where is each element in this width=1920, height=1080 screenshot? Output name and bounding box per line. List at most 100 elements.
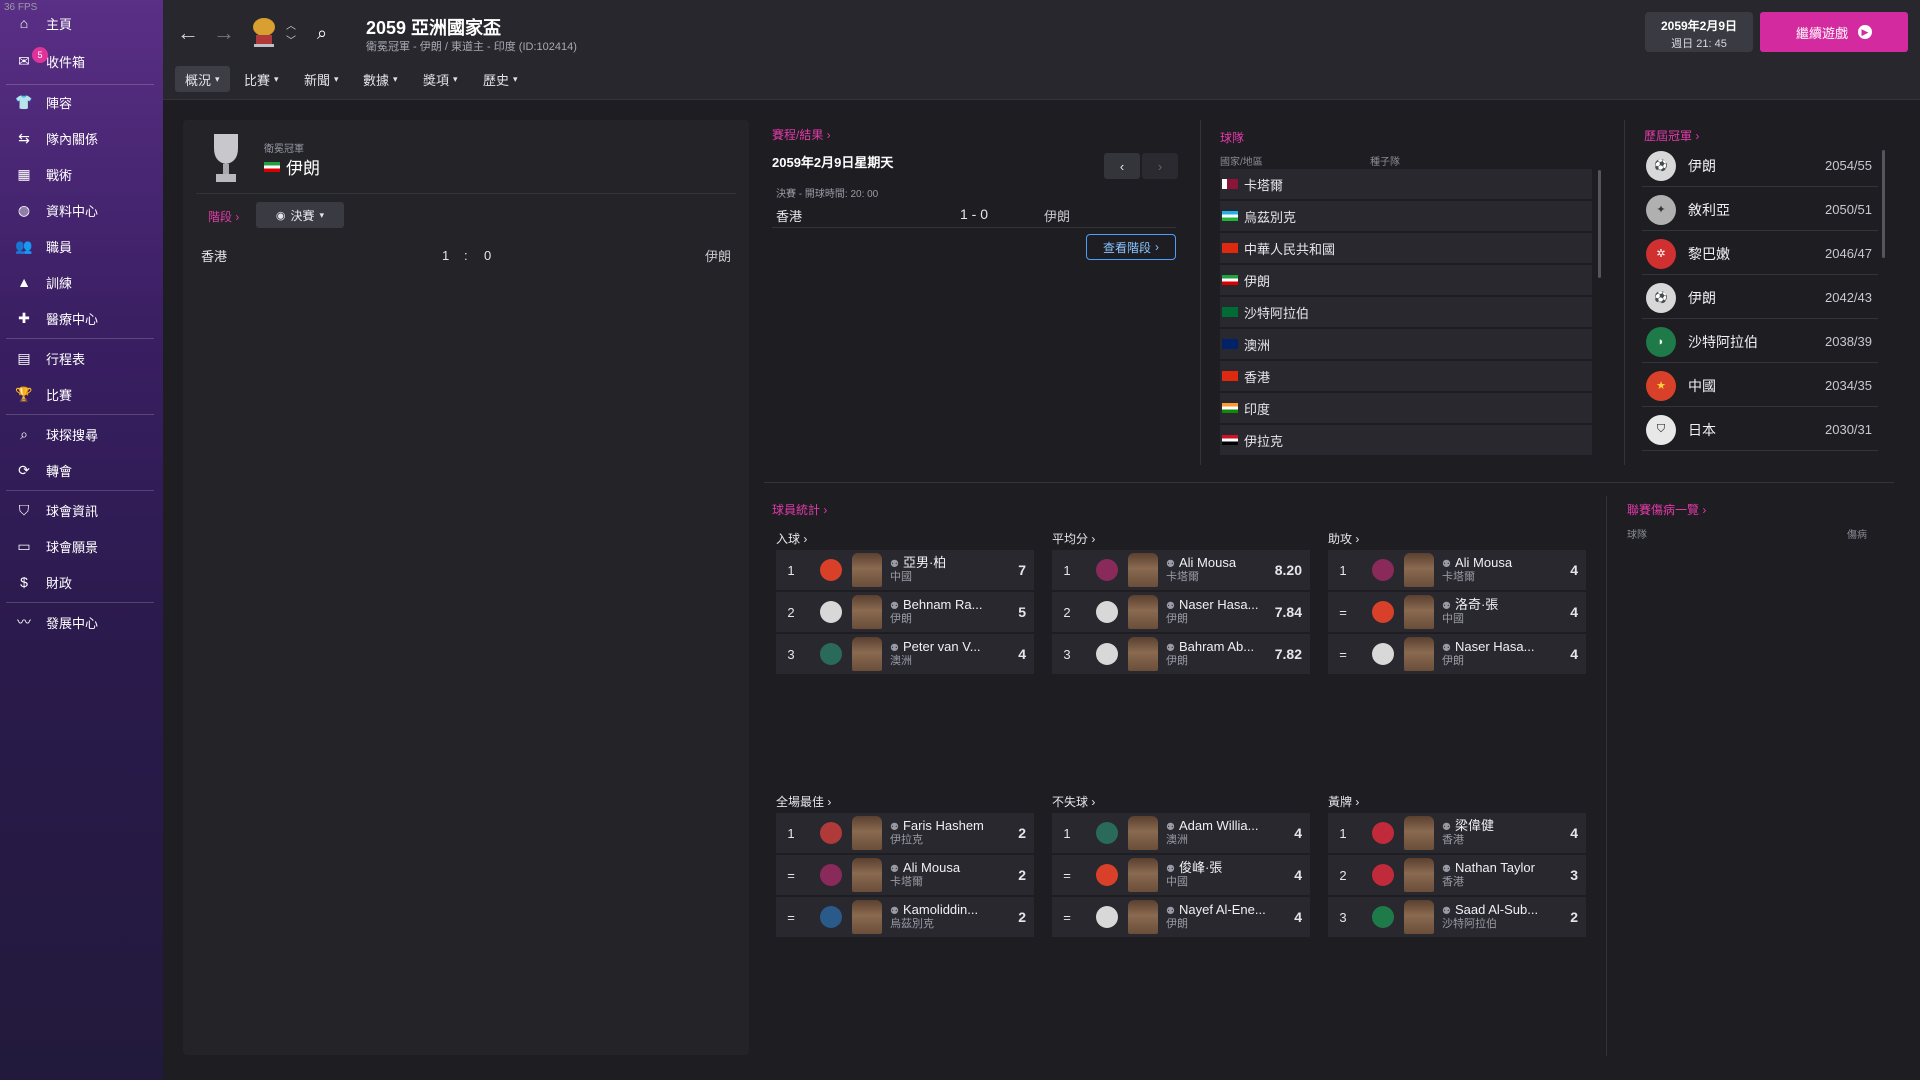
sidebar-item-medical[interactable]: ✚ 醫療中心	[0, 303, 163, 333]
player-face	[1404, 900, 1434, 934]
stat-value: 4	[1570, 604, 1578, 620]
stat-player-row[interactable]: 2 ⚉ Naser Hasa... 伊朗 7.84	[1052, 592, 1310, 632]
competition-switcher[interactable]: ︿ ﹀	[283, 16, 299, 48]
sidebar-item-club-vision[interactable]: ▭ 球會願景	[0, 531, 163, 561]
team-row[interactable]: 烏茲別克	[1220, 201, 1592, 231]
stat-player-row[interactable]: = ⚉ Kamoliddin... 烏茲別克 2	[776, 897, 1034, 937]
team-row[interactable]: 卡塔爾	[1220, 169, 1592, 199]
champion-row[interactable]: ⚽ 伊朗 2042/43	[1642, 277, 1878, 319]
stat-player-row[interactable]: = ⚉ 洛奇·張 中國 4	[1328, 592, 1586, 632]
sidebar-item-training[interactable]: ▲ 訓練	[0, 267, 163, 297]
back-button[interactable]: ←	[175, 20, 201, 46]
sidebar-item-label: 收件箱	[46, 54, 86, 70]
champions-scrollbar[interactable]	[1882, 150, 1885, 258]
team-row[interactable]: 中華人民共和國	[1220, 233, 1592, 263]
sidebar-item-label: 隊內關係	[46, 131, 99, 147]
sidebar-item-squad[interactable]: 👕 陣容	[0, 87, 163, 117]
stat-title-yellow-cards[interactable]: 黃牌 ›	[1328, 793, 1359, 810]
defending-team[interactable]: 伊朗	[264, 154, 320, 179]
tab-overview[interactable]: 概況 ▾	[175, 66, 230, 92]
champion-row[interactable]: ★ 中國 2034/35	[1642, 365, 1878, 407]
teams-scrollbar[interactable]	[1598, 170, 1601, 278]
stat-player-row[interactable]: = ⚉ Nayef Al-Ene... 伊朗 4	[1052, 897, 1310, 937]
stat-player-row[interactable]: 1 ⚉ Ali Mousa 卡塔爾 8.20	[1052, 550, 1310, 590]
sidebar-item-finances[interactable]: $ 財政	[0, 567, 163, 597]
team-row[interactable]: 澳洲	[1220, 329, 1592, 359]
club-crest-icon	[820, 906, 842, 928]
sidebar-item-dynamics[interactable]: ⇆ 隊內關係	[0, 123, 163, 153]
sidebar-item-club-info[interactable]: ⛉ 球會資訊	[0, 495, 163, 525]
sidebar-item-scouting[interactable]: ⌕ 球探搜尋	[0, 419, 163, 449]
champion-row[interactable]: ⚽ 伊朗 2054/55	[1642, 145, 1878, 187]
sidebar-item-transfers[interactable]: ⟳ 轉會	[0, 455, 163, 485]
stat-player-name-wrap: ⚉ 洛奇·張	[1442, 597, 1550, 613]
stage-match-row[interactable]: 香港 1 : 0 伊朗	[196, 242, 736, 268]
champion-row[interactable]: ◗ 沙特阿拉伯 2038/39	[1642, 321, 1878, 363]
chevron-up-icon: ︿	[286, 21, 296, 32]
teams-link[interactable]: 球隊	[1220, 129, 1244, 146]
stat-title-clean-sheets[interactable]: 不失球 ›	[1052, 793, 1095, 810]
view-stage-button[interactable]: 查看階段 ›	[1086, 234, 1176, 260]
club-crest-icon	[820, 822, 842, 844]
stat-title-assists[interactable]: 助攻 ›	[1328, 530, 1359, 547]
stage-select[interactable]: ◉ 決賽 ▾	[256, 202, 344, 228]
fixture-score: 1 - 0	[960, 206, 989, 222]
transfer-icon: ⟳	[18, 461, 30, 478]
sidebar-item-schedule[interactable]: ▤ 行程表	[0, 343, 163, 373]
search-button[interactable]: ⌕	[309, 20, 335, 46]
stat-player-row[interactable]: 2 ⚉ Nathan Taylor 香港 3	[1328, 855, 1586, 895]
game-date[interactable]: 2059年2月9日 週日 21: 45	[1645, 12, 1753, 52]
tab-stats[interactable]: 數據 ▾	[353, 66, 408, 92]
continue-button[interactable]: 繼續遊戲 ▶	[1760, 12, 1908, 52]
stat-player-row[interactable]: = ⚉ 俊峰·張 中國 4	[1052, 855, 1310, 895]
champions-link[interactable]: 歷屆冠軍 ›	[1644, 127, 1699, 144]
stat-title-player-of-match[interactable]: 全場最佳 ›	[776, 793, 831, 810]
team-row[interactable]: 伊朗	[1220, 265, 1592, 295]
club-crest-icon	[1372, 822, 1394, 844]
stat-player-row[interactable]: 2 ⚉ Behnam Ra... 伊朗 5	[776, 592, 1034, 632]
fixtures-link[interactable]: 賽程/結果 ›	[772, 126, 831, 143]
tab-matches[interactable]: 比賽 ▾	[234, 66, 289, 92]
tab-news[interactable]: 新聞 ▾	[294, 66, 349, 92]
injuries-link[interactable]: 聯賽傷病一覽 ›	[1627, 501, 1706, 518]
champion-row[interactable]: ✲ 黎巴嫩 2046/47	[1642, 233, 1878, 275]
sidebar-item-inbox[interactable]: ✉ 5 收件箱	[0, 46, 163, 76]
team-row[interactable]: 印度	[1220, 393, 1592, 423]
stat-title-avg-rating[interactable]: 平均分 ›	[1052, 530, 1095, 547]
team-row[interactable]: 香港	[1220, 361, 1592, 391]
tab-history[interactable]: 歷史 ▾	[473, 66, 528, 92]
player-stats-link[interactable]: 球員統計 ›	[772, 501, 827, 518]
sidebar-item-data-hub[interactable]: ◍ 資料中心	[0, 195, 163, 225]
sidebar-item-development[interactable]: 〰 發展中心	[0, 607, 163, 637]
stat-player-row[interactable]: 1 ⚉ 梁偉健 香港 4	[1328, 813, 1586, 853]
stat-player-row[interactable]: 3 ⚉ Peter van V... 澳洲 4	[776, 634, 1034, 674]
stat-player-row[interactable]: 1 ⚉ Adam Willia... 澳洲 4	[1052, 813, 1310, 853]
forward-button[interactable]: →	[211, 20, 237, 46]
stat-player-row[interactable]: = ⚉ Ali Mousa 卡塔爾 2	[776, 855, 1034, 895]
stage-link[interactable]: 階段 ›	[208, 208, 239, 225]
team-row[interactable]: 沙特阿拉伯	[1220, 297, 1592, 327]
stat-player-row[interactable]: 3 ⚉ Bahram Ab... 伊朗 7.82	[1052, 634, 1310, 674]
champion-row[interactable]: ⛉ 日本 2030/31	[1642, 409, 1878, 451]
sidebar-item-competitions[interactable]: 🏆 比賽	[0, 379, 163, 409]
stat-player-row[interactable]: 3 ⚉ Saad Al-Sub... 沙特阿拉伯 2	[1328, 897, 1586, 937]
sidebar-item-staff[interactable]: 👥 職員	[0, 231, 163, 261]
tab-label: 歷史	[483, 72, 510, 88]
sidebar-item-tactics[interactable]: ▦ 戰術	[0, 159, 163, 189]
stat-player-row[interactable]: 1 ⚉ Ali Mousa 卡塔爾 4	[1328, 550, 1586, 590]
stat-player-row[interactable]: 1 ⚉ 亞男·柏 中國 7	[776, 550, 1034, 590]
tab-awards[interactable]: 獎項 ▾	[413, 66, 468, 92]
champion-row[interactable]: ✦ 敘利亞 2050/51	[1642, 189, 1878, 231]
next-date-button[interactable]: ›	[1142, 153, 1178, 179]
stat-player-row[interactable]: 1 ⚉ Faris Hashem 伊拉克 2	[776, 813, 1034, 853]
prev-date-button[interactable]: ‹	[1104, 153, 1140, 179]
stat-title-goals[interactable]: 入球 ›	[776, 530, 807, 547]
club-crest-icon	[1096, 864, 1118, 886]
stat-player-nation: 澳洲	[1166, 834, 1188, 847]
competition-logo	[249, 14, 279, 50]
stat-value: 7.84	[1274, 604, 1302, 620]
club-crest-icon	[820, 643, 842, 665]
team-row[interactable]: 伊拉克	[1220, 425, 1592, 455]
fixture-row[interactable]: 香港 1 - 0 伊朗	[772, 200, 1176, 228]
stat-player-row[interactable]: = ⚉ Naser Hasa... 伊朗 4	[1328, 634, 1586, 674]
